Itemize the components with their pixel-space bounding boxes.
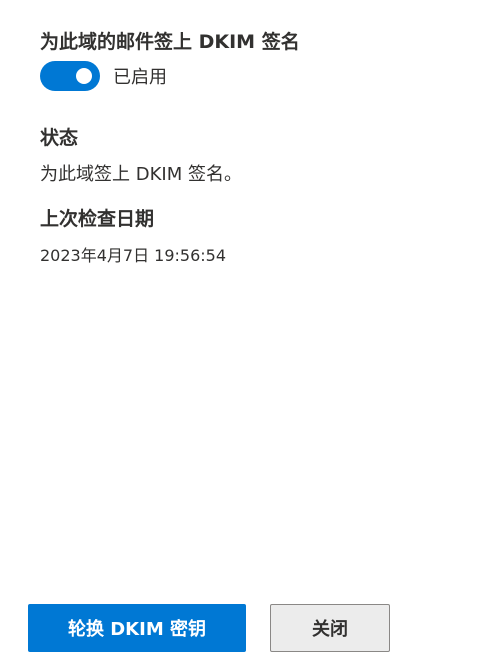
- dkim-toggle-row: 已启用: [40, 61, 167, 91]
- rotate-dkim-keys-button[interactable]: 轮换 DKIM 密钥: [28, 604, 246, 652]
- status-title: 状态: [40, 127, 79, 149]
- dkim-signing-title: 为此域的邮件签上 DKIM 签名: [40, 31, 300, 53]
- last-checked-value: 2023年4月7日 19:56:54: [40, 246, 227, 265]
- dkim-signing-toggle[interactable]: [40, 61, 100, 91]
- close-button[interactable]: 关闭: [270, 604, 390, 652]
- toggle-state-label: 已启用: [113, 67, 167, 88]
- last-checked-title: 上次检查日期: [40, 208, 155, 230]
- toggle-knob: [76, 68, 92, 84]
- status-value: 为此域签上 DKIM 签名。: [40, 164, 242, 185]
